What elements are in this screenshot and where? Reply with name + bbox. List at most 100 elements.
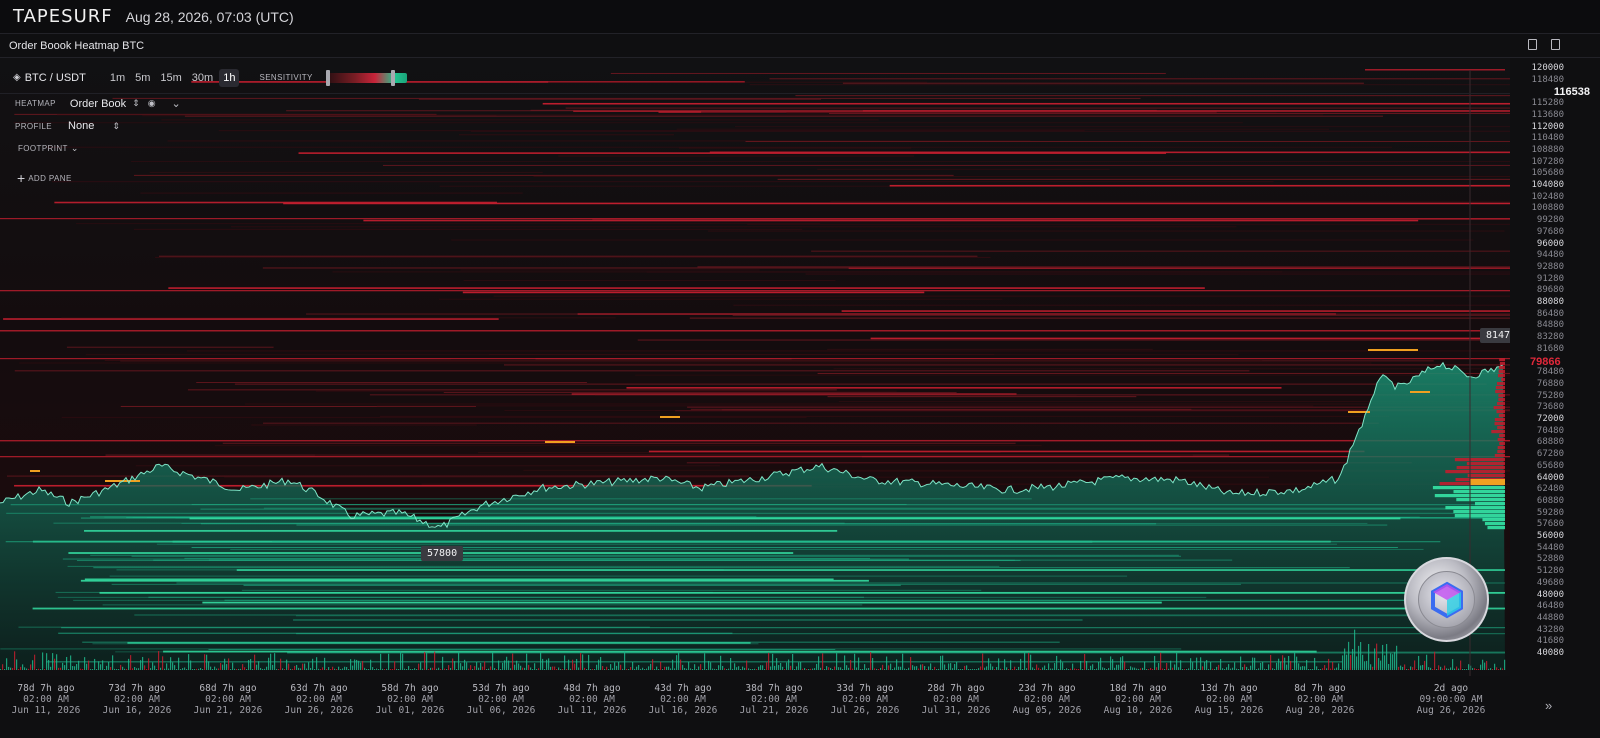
volume-bar bbox=[1486, 660, 1488, 670]
volume-bar bbox=[648, 666, 650, 670]
volume-bar bbox=[924, 666, 926, 670]
volume-bar bbox=[914, 666, 916, 670]
volume-bar bbox=[1064, 668, 1066, 670]
volume-bar bbox=[828, 667, 830, 670]
double-chevron-right-icon[interactable]: » bbox=[1545, 698, 1552, 713]
volume-bar bbox=[22, 664, 24, 670]
coin-logo-icon bbox=[1404, 557, 1489, 642]
volume-bar bbox=[1364, 661, 1366, 670]
profile-select[interactable]: None bbox=[68, 120, 94, 132]
volume-bar bbox=[696, 668, 698, 670]
timeframe-1h[interactable]: 1h bbox=[219, 68, 240, 87]
volume-bar bbox=[1188, 668, 1190, 670]
timeframe-5m[interactable]: 5m bbox=[131, 69, 154, 87]
volume-bar bbox=[190, 660, 192, 670]
current-datetime: Aug 28, 2026, 07:03 (UTC) bbox=[125, 8, 294, 25]
volume-bar bbox=[48, 659, 50, 670]
volume-bar bbox=[1104, 668, 1106, 670]
time-tick: 28d 7h ago 02:00 AM Jul 31, 2026 bbox=[911, 683, 1001, 716]
volume-bar bbox=[276, 668, 278, 670]
volume-bar bbox=[624, 651, 626, 670]
volume-bar bbox=[1498, 668, 1500, 670]
ask-level bbox=[214, 445, 1042, 447]
volume-bar bbox=[1366, 660, 1368, 670]
timeframe-15m[interactable]: 15m bbox=[156, 69, 185, 87]
volume-bar bbox=[1374, 648, 1376, 670]
eye-icon[interactable]: ◉ bbox=[148, 98, 156, 109]
volume-bar bbox=[78, 660, 80, 670]
volume-bar bbox=[596, 664, 598, 670]
volume-bar bbox=[372, 667, 374, 670]
maximize-panel-icon[interactable] bbox=[1551, 39, 1560, 50]
volume-bar bbox=[502, 662, 504, 670]
price-tick: 43280 bbox=[1536, 624, 1564, 635]
volume-bar bbox=[1256, 668, 1258, 670]
volume-bar bbox=[1300, 666, 1302, 670]
ask-level bbox=[187, 389, 837, 391]
volume-bar bbox=[1182, 668, 1184, 670]
volume-bar bbox=[1154, 655, 1156, 670]
select-arrows-icon[interactable]: ⇕ bbox=[132, 98, 140, 109]
bid-level bbox=[156, 543, 1338, 545]
volume-bar bbox=[942, 655, 944, 670]
volume-bar bbox=[956, 661, 958, 670]
minimize-panel-icon[interactable] bbox=[1528, 39, 1537, 50]
volume-bar bbox=[354, 659, 356, 670]
heatmap-select[interactable]: Order Book bbox=[70, 98, 126, 110]
volume-bar bbox=[876, 668, 878, 670]
volume-bar bbox=[362, 660, 364, 670]
volume-bar bbox=[28, 668, 30, 670]
volume-bar bbox=[374, 669, 376, 670]
sensitivity-max-handle[interactable] bbox=[390, 69, 395, 86]
volume-bar bbox=[1418, 655, 1420, 670]
volume-bar bbox=[106, 665, 108, 670]
volume-bar bbox=[322, 667, 324, 670]
volume-bar bbox=[500, 668, 502, 670]
volume-bar bbox=[580, 652, 582, 670]
chevron-down-icon[interactable]: ⌄ bbox=[172, 97, 181, 110]
volume-bar bbox=[1440, 666, 1442, 670]
time-tick-l2: 02:00 AM bbox=[1115, 694, 1161, 705]
volume-bar bbox=[1244, 664, 1246, 670]
volume-bar bbox=[1416, 668, 1418, 670]
volume-bar bbox=[570, 668, 572, 670]
volume-bar bbox=[968, 668, 970, 670]
sensitivity-min-handle[interactable] bbox=[325, 69, 330, 86]
volume-bar bbox=[860, 668, 862, 670]
footprint-label[interactable]: FOOTPRINT bbox=[18, 144, 68, 153]
volume-bar bbox=[172, 662, 174, 670]
ask-band bbox=[0, 358, 1510, 360]
time-axis[interactable]: 78d 7h ago 02:00 AM Jun 11, 2026 73d 7h ago… bbox=[0, 676, 1600, 738]
ask-level bbox=[376, 405, 1314, 407]
ask-level bbox=[369, 394, 1510, 396]
select-arrows-icon[interactable]: ⇕ bbox=[112, 121, 120, 132]
panel-title: Order Boook Heatmap BTC bbox=[9, 39, 145, 52]
volume-bar bbox=[1180, 660, 1182, 670]
volume-bar bbox=[540, 652, 542, 670]
volume-bar bbox=[1222, 668, 1224, 670]
volume-bar bbox=[328, 667, 330, 670]
volume-bar bbox=[774, 665, 776, 670]
volume-bar bbox=[1250, 665, 1252, 670]
app-logo[interactable]: TAPESURF bbox=[13, 6, 113, 27]
price-tick: 70480 bbox=[1536, 425, 1564, 436]
sensitivity-slider[interactable] bbox=[325, 69, 407, 86]
price-axis[interactable]: 120000 118480 116538 115280 113680 112000 1104… bbox=[1510, 58, 1600, 676]
add-pane-button[interactable]: + ADD PANE bbox=[17, 170, 72, 186]
footprint-pane-row[interactable]: FOOTPRINT ⌄ bbox=[18, 143, 78, 154]
time-tick-l3: Aug 10, 2026 bbox=[1103, 705, 1173, 716]
chevron-down-icon[interactable]: ⌄ bbox=[71, 143, 79, 154]
volume-bar bbox=[1332, 661, 1334, 670]
volume-bar bbox=[1304, 666, 1306, 670]
timeframe-30m[interactable]: 30m bbox=[188, 69, 217, 87]
heatmap-canvas[interactable] bbox=[0, 58, 1510, 676]
pair-selector[interactable]: ◈ BTC / USDT bbox=[13, 72, 86, 84]
time-tick: 38d 7h ago 02:00 AM Jul 21, 2026 bbox=[729, 683, 819, 716]
volume-bar bbox=[772, 653, 774, 670]
volume-bar bbox=[818, 656, 820, 670]
timeframe-1m[interactable]: 1m bbox=[106, 69, 129, 87]
time-tick-l3: Jul 21, 2026 bbox=[739, 705, 809, 716]
heatmap-chart[interactable] bbox=[0, 58, 1510, 676]
volume-bar bbox=[770, 666, 772, 670]
volume-bar bbox=[238, 668, 240, 670]
